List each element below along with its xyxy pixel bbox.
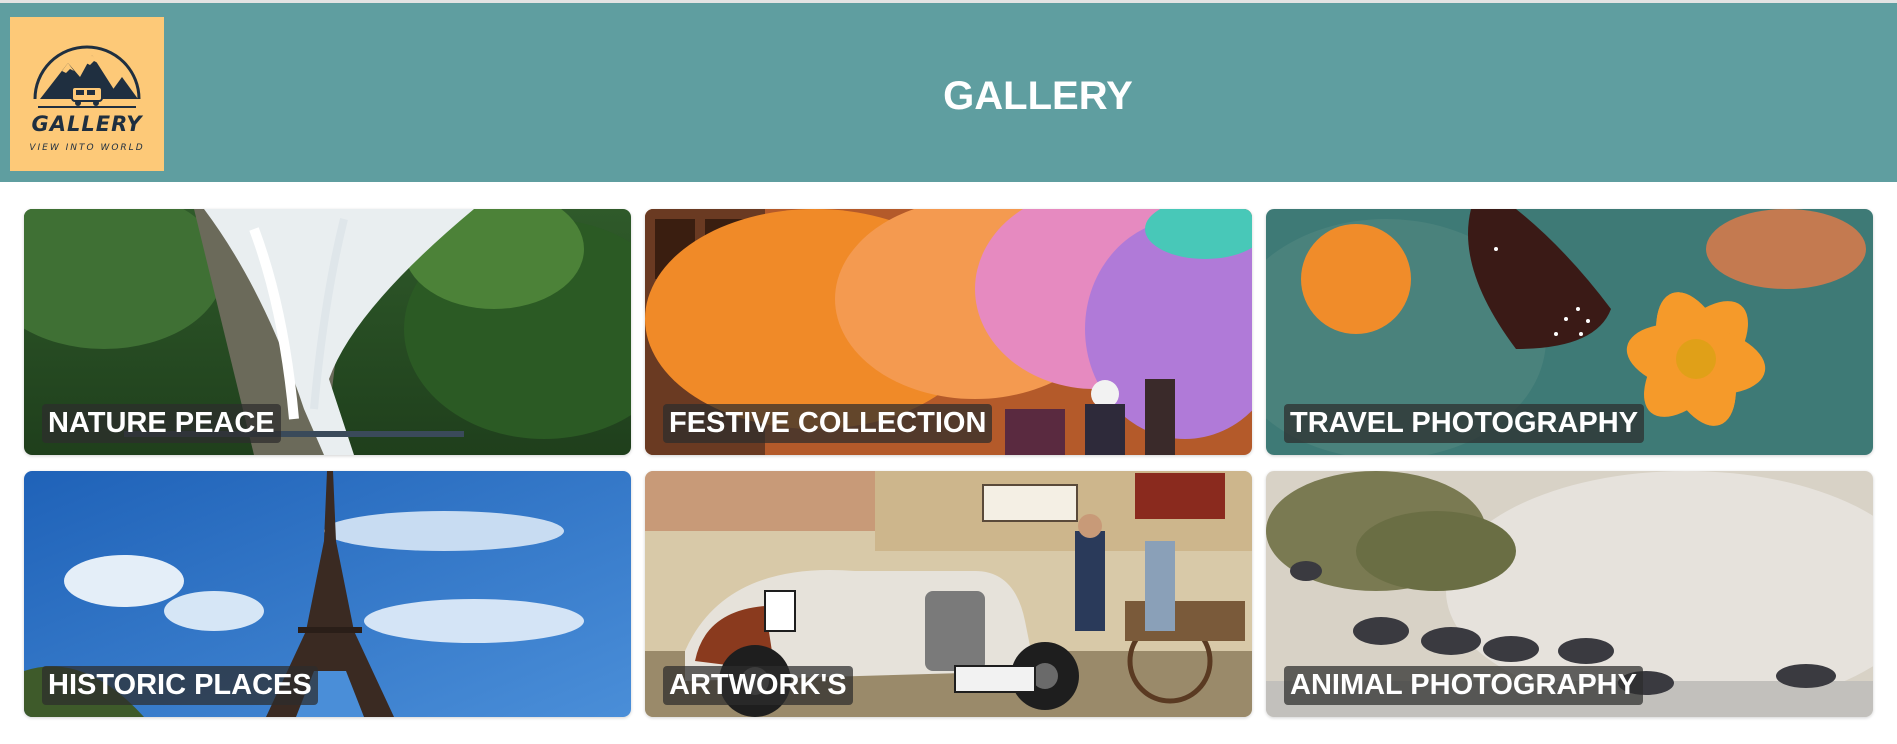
gallery-card-artworks[interactable]: ARTWORK'S	[645, 471, 1252, 717]
page-header: GALLERY VIEW INTO WORLD GALLERY	[0, 3, 1897, 182]
card-label: TRAVEL PHOTOGRAPHY	[1284, 404, 1645, 443]
card-label: FESTIVE COLLECTION	[663, 404, 993, 443]
page-title: GALLERY	[943, 74, 1133, 118]
gallery-card-travel-photography[interactable]: TRAVEL PHOTOGRAPHY	[1266, 209, 1873, 455]
gallery-card-festive-collection[interactable]: FESTIVE COLLECTION	[645, 209, 1252, 455]
card-label: NATURE PEACE	[42, 404, 281, 443]
card-label: ANIMAL PHOTOGRAPHY	[1284, 666, 1643, 705]
card-label: HISTORIC PLACES	[42, 666, 318, 705]
gallery-card-historic-places[interactable]: HISTORIC PLACES	[24, 471, 631, 717]
gallery-card-animal-photography[interactable]: ANIMAL PHOTOGRAPHY	[1266, 471, 1873, 717]
gallery-card-nature-peace[interactable]: NATURE PEACE	[24, 209, 631, 455]
card-label: ARTWORK'S	[663, 666, 853, 705]
logo-tagline: VIEW INTO WORLD	[29, 143, 145, 153]
